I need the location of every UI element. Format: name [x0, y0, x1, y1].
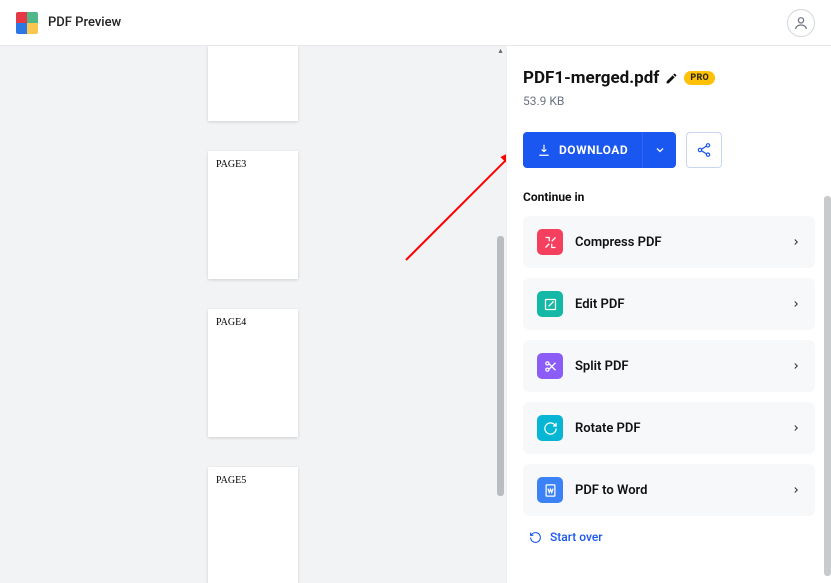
- page-label: PAGE4: [216, 317, 246, 328]
- edit-name-button[interactable]: [665, 72, 678, 85]
- share-button[interactable]: [686, 132, 722, 168]
- app-logo-icon: [16, 12, 38, 34]
- pro-badge: PRO: [684, 71, 715, 85]
- preview-pane: PAGE3 PAGE4 PAGE5 ▴: [0, 46, 506, 583]
- download-dropdown-button[interactable]: [642, 132, 676, 168]
- tool-item[interactable]: Edit PDF: [523, 278, 815, 330]
- word-icon: [537, 477, 563, 503]
- download-button-group: DOWNLOAD: [523, 132, 676, 168]
- page-thumbnail[interactable]: PAGE3: [208, 151, 298, 279]
- app-title: PDF Preview: [48, 15, 121, 30]
- tool-item[interactable]: Rotate PDF: [523, 402, 815, 454]
- rotate-icon: [537, 415, 563, 441]
- tool-label: Compress PDF: [575, 235, 791, 250]
- chevron-right-icon: [791, 299, 801, 309]
- app-header: PDF Preview: [0, 0, 831, 46]
- download-label: DOWNLOAD: [559, 143, 628, 157]
- chevron-right-icon: [791, 237, 801, 247]
- tool-label: Rotate PDF: [575, 421, 791, 436]
- pencil-icon: [665, 72, 678, 85]
- chevron-right-icon: [791, 361, 801, 371]
- tool-label: Split PDF: [575, 359, 791, 374]
- start-over-label: Start over: [550, 530, 603, 544]
- scroll-up-icon[interactable]: ▴: [495, 46, 506, 56]
- account-button[interactable]: [787, 9, 815, 37]
- file-size: 53.9 KB: [523, 94, 815, 108]
- header-left: PDF Preview: [16, 12, 121, 34]
- tool-label: PDF to Word: [575, 483, 791, 498]
- page-label: PAGE5: [216, 475, 246, 486]
- page-thumbnail[interactable]: PAGE4: [208, 309, 298, 437]
- file-name: PDF1-merged.pdf: [523, 68, 659, 88]
- side-panel-scrollbar-thumb[interactable]: [824, 196, 831, 576]
- download-icon: [537, 143, 551, 157]
- tool-label: Edit PDF: [575, 297, 791, 312]
- tool-item[interactable]: Split PDF: [523, 340, 815, 392]
- edit-icon: [537, 291, 563, 317]
- file-header: PDF1-merged.pdf PRO 53.9 KB: [507, 46, 831, 124]
- tool-item[interactable]: PDF to Word: [523, 464, 815, 516]
- chevron-right-icon: [791, 423, 801, 433]
- preview-scroll-area[interactable]: PAGE3 PAGE4 PAGE5: [0, 46, 506, 583]
- scrollbar-thumb[interactable]: [497, 236, 504, 496]
- restart-icon: [529, 531, 542, 544]
- page-label: PAGE3: [216, 159, 246, 170]
- tool-item[interactable]: Compress PDF: [523, 216, 815, 268]
- chevron-right-icon: [791, 485, 801, 495]
- split-icon: [537, 353, 563, 379]
- side-panel: PDF1-merged.pdf PRO 53.9 KB DOWNLOAD: [506, 46, 831, 583]
- compress-icon: [537, 229, 563, 255]
- continue-section: Continue in Compress PDF Edit PDF Split PD…: [507, 168, 831, 516]
- avatar-icon: [793, 15, 809, 31]
- share-icon: [696, 142, 712, 158]
- scrollbar[interactable]: ▴: [495, 46, 506, 583]
- page-thumbnail-partial[interactable]: [208, 46, 298, 121]
- continue-title: Continue in: [523, 190, 815, 204]
- page-thumbnail[interactable]: PAGE5: [208, 467, 298, 583]
- chevron-down-icon: [654, 144, 666, 156]
- start-over-button[interactable]: Start over: [507, 516, 831, 544]
- download-button[interactable]: DOWNLOAD: [523, 132, 642, 168]
